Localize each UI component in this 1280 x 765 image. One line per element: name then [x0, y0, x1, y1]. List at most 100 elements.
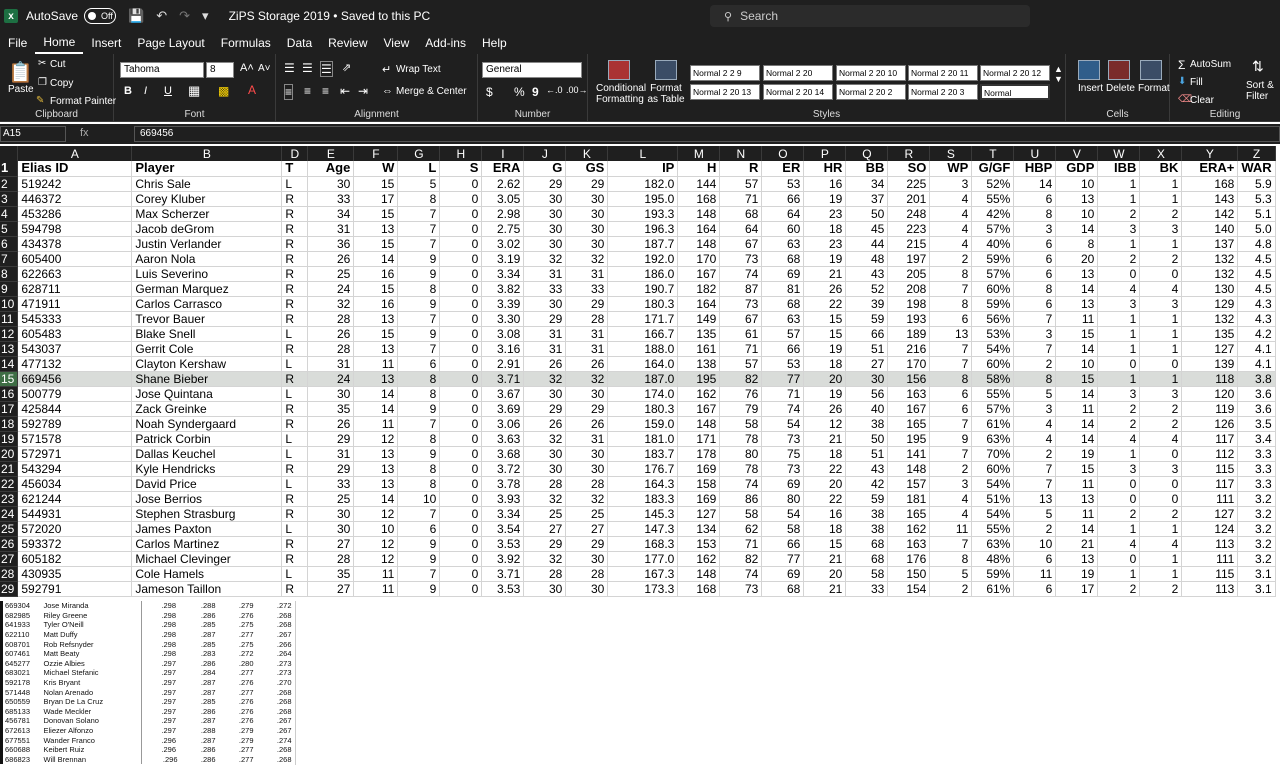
cell[interactable]: 0: [1097, 551, 1141, 567]
cell[interactable]: Elias ID: [17, 161, 133, 177]
cell[interactable]: 5.3: [1237, 191, 1276, 207]
cell[interactable]: 12: [803, 416, 847, 432]
comma-button[interactable]: 9: [532, 85, 539, 99]
cell[interactable]: 3.71: [481, 371, 525, 387]
orientation-icon[interactable]: ⇗: [342, 61, 351, 74]
table-row[interactable]: 16 500779 Jose Quintana L 30 14 8 0 3.67 30 30 174.…: [0, 386, 1276, 402]
cell[interactable]: S: [439, 161, 483, 177]
row-number[interactable]: 6: [0, 236, 19, 252]
cell[interactable]: 30: [565, 206, 609, 222]
cell[interactable]: 0: [1139, 266, 1183, 282]
fill-color-icon[interactable]: ▩: [218, 84, 229, 98]
cell[interactable]: 3.8: [1237, 371, 1276, 387]
cell[interactable]: 52%: [971, 176, 1015, 192]
cell[interactable]: 4: [1097, 536, 1141, 552]
cell[interactable]: 82: [719, 371, 763, 387]
cell[interactable]: 23: [803, 206, 847, 222]
cell[interactable]: 7: [929, 536, 973, 552]
cell[interactable]: 0: [439, 536, 483, 552]
cell[interactable]: 32: [565, 491, 609, 507]
cell[interactable]: 21: [803, 431, 847, 447]
cell[interactable]: WAR: [1237, 161, 1276, 177]
cell[interactable]: 3.5: [1237, 416, 1276, 432]
cell[interactable]: 69: [761, 266, 805, 282]
cell[interactable]: 130: [1181, 281, 1239, 297]
cell[interactable]: 140: [1181, 221, 1239, 237]
cell[interactable]: 71: [719, 341, 763, 357]
cell[interactable]: 18: [803, 521, 847, 537]
cell[interactable]: 15: [353, 236, 399, 252]
cell[interactable]: 30: [565, 446, 609, 462]
cell[interactable]: 1: [1139, 326, 1183, 342]
cell[interactable]: 4.3: [1237, 311, 1276, 327]
cell[interactable]: 86: [719, 491, 763, 507]
cell[interactable]: HBP: [1013, 161, 1057, 177]
style-normal-2-20-11[interactable]: Normal 2 20 11: [908, 65, 978, 81]
cell[interactable]: ERA+: [1181, 161, 1239, 177]
table-row[interactable]: 15 669456 Shane Bieber R 24 13 8 0 3.71 32 32 187.0…: [0, 371, 1276, 387]
cell[interactable]: 29: [565, 296, 609, 312]
cell[interactable]: 7: [397, 416, 441, 432]
cell[interactable]: James Paxton: [131, 521, 283, 537]
cell[interactable]: 169: [677, 461, 721, 477]
cell[interactable]: 30: [307, 386, 355, 402]
cell[interactable]: 13: [1055, 266, 1099, 282]
cell[interactable]: 223: [887, 221, 931, 237]
cell[interactable]: 2: [1097, 251, 1141, 267]
cell[interactable]: 195.0: [607, 191, 679, 207]
cell[interactable]: Shane Bieber: [131, 371, 283, 387]
cell[interactable]: 26: [307, 416, 355, 432]
cell[interactable]: 183.3: [607, 491, 679, 507]
cell[interactable]: 2: [1097, 206, 1141, 222]
cell[interactable]: 31: [565, 431, 609, 447]
cell[interactable]: 11: [353, 581, 399, 597]
cell[interactable]: 7: [397, 341, 441, 357]
cell[interactable]: 143: [1181, 191, 1239, 207]
cell[interactable]: 27: [307, 581, 355, 597]
cell[interactable]: L: [281, 431, 309, 447]
row-number[interactable]: 11: [0, 311, 19, 327]
cell[interactable]: 3.53: [481, 536, 525, 552]
cell[interactable]: 500779: [17, 386, 133, 402]
cell[interactable]: 158: [677, 476, 721, 492]
cell[interactable]: 2: [1097, 401, 1141, 417]
cell[interactable]: 67: [719, 236, 763, 252]
column-header[interactable]: K: [565, 146, 609, 161]
cell[interactable]: 7: [929, 416, 973, 432]
cell[interactable]: 63: [761, 236, 805, 252]
cell[interactable]: 30: [523, 461, 567, 477]
cell[interactable]: 150: [887, 566, 931, 582]
column-header[interactable]: L: [607, 146, 679, 161]
cell[interactable]: 168.3: [607, 536, 679, 552]
cell[interactable]: 7: [397, 236, 441, 252]
cell[interactable]: 4: [929, 221, 973, 237]
cell[interactable]: 115: [1181, 461, 1239, 477]
row-number[interactable]: 9: [0, 281, 19, 297]
cell[interactable]: 66: [761, 536, 805, 552]
cell[interactable]: R: [281, 296, 309, 312]
cell[interactable]: 188.0: [607, 341, 679, 357]
table-row[interactable]: 4 453286 Max Scherzer R 34 15 7 0 2.98 30 30 193.3 1…: [0, 206, 1276, 222]
cell[interactable]: 30: [307, 176, 355, 192]
cell[interactable]: 76: [719, 386, 763, 402]
cell[interactable]: 53: [761, 356, 805, 372]
cell[interactable]: 19: [1055, 566, 1099, 582]
cell[interactable]: 28: [307, 341, 355, 357]
cell[interactable]: Chris Sale: [131, 176, 283, 192]
cell[interactable]: 58: [761, 521, 805, 537]
cell[interactable]: Age: [307, 161, 355, 177]
cell[interactable]: 59%: [971, 566, 1015, 582]
cell[interactable]: 195: [677, 371, 721, 387]
table-row[interactable]: 2 519242 Chris Sale L 30 15 5 0 2.62 29 29 182.0 144…: [0, 176, 1276, 192]
cell[interactable]: L: [281, 356, 309, 372]
cell[interactable]: 192.0: [607, 251, 679, 267]
cell[interactable]: 38: [845, 521, 889, 537]
cell[interactable]: 28: [523, 476, 567, 492]
cell[interactable]: 216: [887, 341, 931, 357]
cell[interactable]: 10: [353, 521, 399, 537]
tab-add-ins[interactable]: Add-ins: [417, 32, 474, 54]
cell[interactable]: 4: [1097, 281, 1141, 297]
cell[interactable]: 3.3: [1237, 446, 1276, 462]
cell[interactable]: 176.7: [607, 461, 679, 477]
cell[interactable]: 14: [353, 401, 399, 417]
